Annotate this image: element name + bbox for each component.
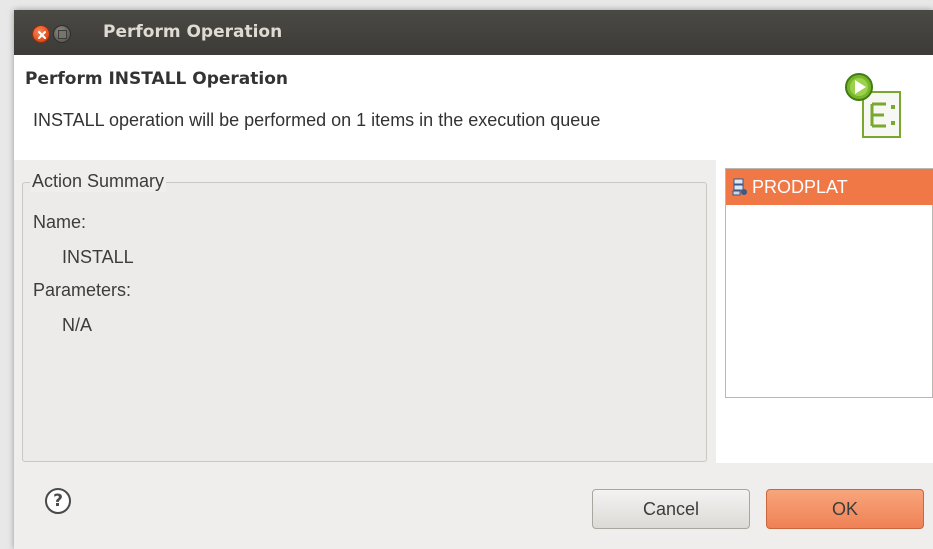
help-icon[interactable]: ?: [45, 488, 71, 514]
close-window-button[interactable]: [32, 25, 50, 43]
name-value: INSTALL: [62, 247, 134, 267]
dialog-header: Perform INSTALL Operation INSTALL operat…: [14, 55, 933, 160]
header-description: INSTALL operation will be performed on 1…: [33, 110, 601, 130]
action-summary-legend: Action Summary: [30, 171, 167, 192]
dialog-footer: ? Cancel OK: [14, 463, 933, 549]
queue-panel: PRODPLAT: [716, 160, 933, 463]
execute-queue-icon: [845, 73, 901, 138]
queue-item-label: PRODPLAT: [752, 177, 848, 197]
close-icon: [38, 31, 46, 39]
server-node-icon: [732, 178, 747, 196]
titlebar: Perform Operation: [14, 10, 933, 55]
summary-panel: Action Summary Name: INSTALL Parameters:…: [14, 160, 716, 463]
name-label: Name:: [33, 212, 87, 232]
queue-item[interactable]: PRODPLAT: [726, 169, 933, 205]
parameters-label: Parameters:: [33, 280, 132, 300]
cancel-button[interactable]: Cancel: [592, 489, 750, 529]
action-summary-group: [22, 182, 707, 462]
header-title: Perform INSTALL Operation: [25, 69, 289, 89]
window-title: Perform Operation: [103, 22, 283, 42]
parameters-value: N/A: [62, 315, 93, 335]
minimize-window-button[interactable]: [53, 25, 71, 43]
ok-button[interactable]: OK: [766, 489, 924, 529]
perform-operation-dialog: Perform Operation Perform INSTALL Operat…: [14, 10, 933, 549]
execution-queue-list[interactable]: PRODPLAT: [725, 168, 933, 398]
